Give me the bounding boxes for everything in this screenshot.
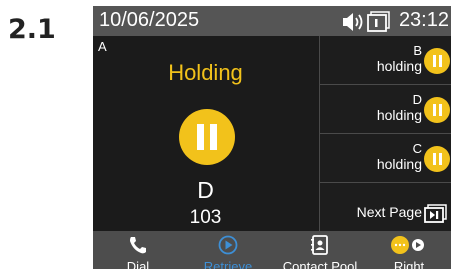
call-state: holding <box>376 58 422 74</box>
play-circle-icon <box>218 235 238 255</box>
more-right-icon <box>391 236 424 254</box>
step-number: 2.1 <box>8 14 56 45</box>
call-status: Holding <box>168 60 243 85</box>
contacts-icon <box>311 235 328 255</box>
softkey-label: Contact Pool <box>282 259 358 269</box>
next-page-button[interactable]: Next Page <box>320 192 451 231</box>
active-call-panel[interactable]: A Holding D 103 <box>93 36 318 231</box>
hold-icon <box>424 97 450 123</box>
call-line-letter: C <box>412 141 422 156</box>
call-line-letter: D <box>412 92 422 107</box>
lines-icon <box>367 11 390 32</box>
softkey-label: Dial <box>126 259 150 269</box>
status-date: 10/06/2025 <box>99 9 200 31</box>
call-list: B holding D holding C holding Next Page <box>319 36 451 231</box>
softkey-contact-pool[interactable]: Contact Pool <box>273 231 367 269</box>
next-page-icon <box>424 204 447 223</box>
hold-icon <box>424 146 450 172</box>
softkey-label: Retrieve <box>203 259 253 269</box>
call-state: holding <box>376 156 422 172</box>
softkey-right[interactable]: Right <box>367 231 451 269</box>
softkey-retrieve[interactable]: Retrieve <box>183 231 273 269</box>
hold-icon <box>424 48 450 74</box>
contact-name: D <box>197 177 214 203</box>
next-page-label: Next Page <box>356 204 422 220</box>
softkey-label: Right <box>393 259 425 269</box>
call-state: holding <box>376 107 422 123</box>
status-time: 23:12 <box>398 9 449 31</box>
status-icons <box>343 11 390 32</box>
phone-screen: 10/06/2025 23:12 A Holding D 103 B holdi… <box>93 6 451 269</box>
call-line-letter: B <box>413 43 422 58</box>
softkey-dial[interactable]: Dial <box>93 231 183 269</box>
status-bar: 10/06/2025 23:12 <box>93 6 451 36</box>
active-line-letter: A <box>98 39 107 54</box>
call-item-b[interactable]: B holding <box>320 36 451 85</box>
contact-number: 103 <box>189 207 222 228</box>
speaker-icon <box>343 13 363 31</box>
softkey-bar: Dial Retrieve Contact Pool Right <box>93 231 451 269</box>
call-item-d[interactable]: D holding <box>320 85 451 134</box>
call-item-c[interactable]: C holding <box>320 134 451 183</box>
phone-icon <box>130 237 146 254</box>
hold-icon <box>179 109 235 165</box>
